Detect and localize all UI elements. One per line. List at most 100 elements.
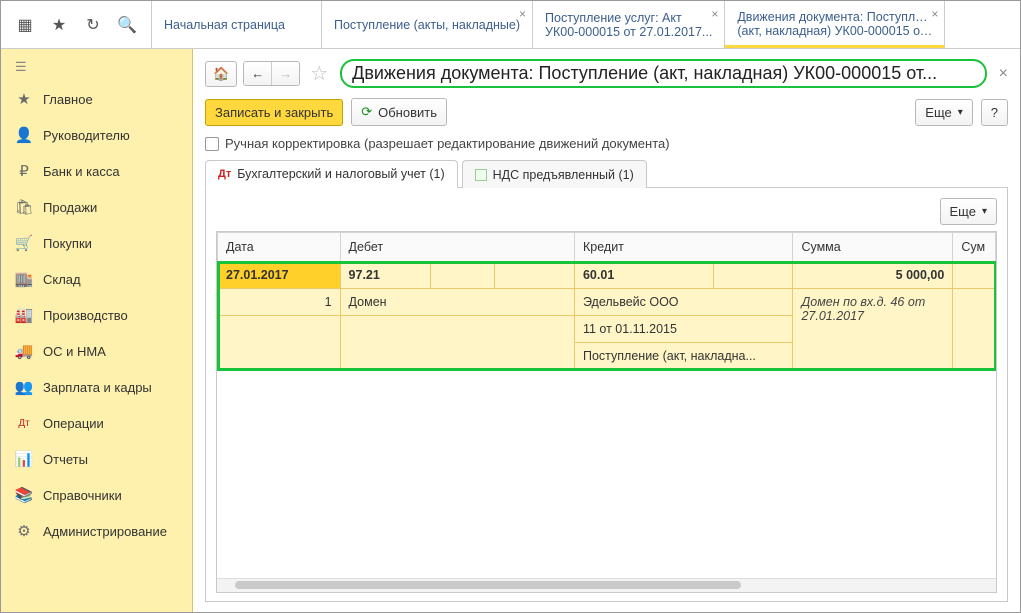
refresh-button[interactable]: ⟳ Обновить <box>351 98 447 126</box>
sidebar-item-purchases[interactable]: 🛒 Покупки <box>1 225 192 261</box>
sidebar-item-reports[interactable]: 📊 Отчеты <box>1 441 192 477</box>
cart-icon: 🛒 <box>15 234 33 252</box>
sidebar-item-label: Отчеты <box>43 452 88 467</box>
menu-icon[interactable]: ☰ <box>1 49 192 81</box>
tab-movements[interactable]: Движения документа: Поступление (акт, на… <box>725 1 945 48</box>
cell-debit-acc: 97.21 <box>340 262 431 289</box>
cell-empty <box>953 262 996 289</box>
col-amount[interactable]: Сумма <box>793 233 953 262</box>
more-button[interactable]: Еще ▾ <box>915 99 972 126</box>
subtab-vat[interactable]: НДС предъявленный (1) <box>462 160 647 188</box>
favorite-icon[interactable]: ☆ <box>310 61 328 86</box>
books-icon: 📚 <box>15 486 33 504</box>
manual-edit-checkbox[interactable] <box>205 137 219 151</box>
page-title: Движения документа: Поступление (акт, на… <box>352 63 937 84</box>
home-button[interactable]: 🏠 <box>205 61 237 87</box>
tab-receipt-act[interactable]: Поступление услуг: Акт УК00-000015 от 27… <box>533 1 725 48</box>
sidebar-item-label: Производство <box>43 308 128 323</box>
table-row[interactable]: 27.01.2017 97.21 60.01 5 000,00 <box>218 262 996 289</box>
refresh-icon: ⟳ <box>361 104 372 120</box>
sidebar-item-stock[interactable]: 🏬 Склад <box>1 261 192 297</box>
sidebar-item-label: Зарплата и кадры <box>43 380 152 395</box>
refresh-label: Обновить <box>378 105 437 120</box>
search-icon[interactable]: 🔍 <box>117 15 137 35</box>
sidebar-item-payroll[interactable]: 👥 Зарплата и кадры <box>1 369 192 405</box>
dtkt-icon: Дт <box>218 168 231 180</box>
horizontal-scrollbar[interactable] <box>217 578 996 592</box>
truck-icon: 🚚 <box>15 342 33 360</box>
chevron-down-icon: ▾ <box>958 107 963 118</box>
cell-empty <box>218 316 341 370</box>
col-debit[interactable]: Дебет <box>340 233 574 262</box>
cell-date: 27.01.2017 <box>218 262 341 289</box>
person-icon: 👤 <box>15 126 33 144</box>
sidebar-item-production[interactable]: 🏭 Производство <box>1 297 192 333</box>
ruble-icon: ₽ <box>15 162 33 180</box>
people-icon: 👥 <box>15 378 33 396</box>
close-icon[interactable]: × <box>519 7 526 21</box>
sidebar-item-label: Покупки <box>43 236 92 251</box>
sidebar-item-main[interactable]: ★ Главное <box>1 81 192 117</box>
table-row[interactable]: 1 Домен Эдельвейс ООО Домен по вх.д. 46 … <box>218 289 996 316</box>
cell-amount: 5 000,00 <box>793 262 953 289</box>
cell-debit-sub: Домен <box>340 289 574 316</box>
col-date[interactable]: Дата <box>218 233 341 262</box>
more-label: Еще <box>925 105 951 120</box>
save-close-button[interactable]: Записать и закрыть <box>205 99 343 126</box>
help-button[interactable]: ? <box>981 99 1008 126</box>
postings-grid[interactable]: Дата Дебет Кредит Сумма Сум 27.01.2017 9… <box>217 232 996 370</box>
chart-icon: 📊 <box>15 450 33 468</box>
grid-more-button[interactable]: Еще ▾ <box>940 198 997 225</box>
bag-icon: 🛍 <box>15 198 33 216</box>
dtkt-icon: Дт <box>15 414 33 432</box>
sidebar-item-operations[interactable]: Дт Операции <box>1 405 192 441</box>
cell-empty <box>340 316 574 370</box>
cell-empty <box>431 262 495 289</box>
apps-icon[interactable]: ▦ <box>15 15 35 35</box>
forward-button[interactable]: → <box>272 62 299 85</box>
cell-credit-sub: Поступление (акт, накладна... <box>574 343 792 370</box>
tab-receipts[interactable]: Поступление (акты, накладные) × <box>322 1 533 48</box>
window-tabs: Начальная страница Поступление (акты, на… <box>152 1 1020 48</box>
gear-icon: ⚙ <box>15 522 33 540</box>
star-icon[interactable]: ★ <box>49 15 69 35</box>
cell-seq: 1 <box>218 289 341 316</box>
col-amount2[interactable]: Сум <box>953 233 996 262</box>
more-label: Еще <box>950 204 976 219</box>
sidebar-item-bank[interactable]: ₽Банк и касса <box>1 153 192 189</box>
tab-home[interactable]: Начальная страница <box>152 1 322 48</box>
sidebar-item-assets[interactable]: 🚚 ОС и НМА <box>1 333 192 369</box>
star-icon: ★ <box>15 90 33 108</box>
sidebar-item-label: Операции <box>43 416 104 431</box>
cell-note: Домен по вх.д. 46 от 27.01.2017 <box>793 289 953 370</box>
factory-icon: 🏭 <box>15 306 33 324</box>
sidebar-item-catalogs[interactable]: 📚 Справочники <box>1 477 192 513</box>
close-icon[interactable]: × <box>711 7 718 21</box>
sidebar-item-manager[interactable]: 👤 Руководителю <box>1 117 192 153</box>
back-button[interactable]: ← <box>244 62 272 85</box>
sidebar-item-sales[interactable]: 🛍 Продажи <box>1 189 192 225</box>
register-icon <box>475 169 487 181</box>
sidebar: ☰ ★ Главное 👤 Руководителю ₽Банк и касса 🛍… <box>1 49 193 612</box>
history-icon[interactable]: ↻ <box>83 15 103 35</box>
cell-credit-sub: 11 от 01.11.2015 <box>574 316 792 343</box>
close-icon[interactable]: × <box>931 7 938 21</box>
cell-empty <box>953 289 996 370</box>
sidebar-item-label: Справочники <box>43 488 122 503</box>
close-page-button[interactable]: × <box>999 65 1008 83</box>
sidebar-item-label: ОС и НМА <box>43 344 106 359</box>
sidebar-item-label: Продажи <box>43 200 97 215</box>
warehouse-icon: 🏬 <box>15 270 33 288</box>
subtab-label: Бухгалтерский и налоговый учет (1) <box>237 167 444 181</box>
subtab-accounting[interactable]: Дт Бухгалтерский и налоговый учет (1) <box>205 160 458 188</box>
manual-edit-label: Ручная корректировка (разрешает редактир… <box>225 136 670 151</box>
cell-credit-acc: 60.01 <box>574 262 713 289</box>
chevron-down-icon: ▾ <box>982 206 987 217</box>
cell-empty <box>495 262 575 289</box>
sidebar-item-admin[interactable]: ⚙Администрирование <box>1 513 192 549</box>
col-credit[interactable]: Кредит <box>574 233 792 262</box>
cell-empty <box>713 262 793 289</box>
sidebar-item-label: Руководителю <box>43 128 130 143</box>
sidebar-item-label: Склад <box>43 272 81 287</box>
sidebar-item-label: Главное <box>43 92 93 107</box>
